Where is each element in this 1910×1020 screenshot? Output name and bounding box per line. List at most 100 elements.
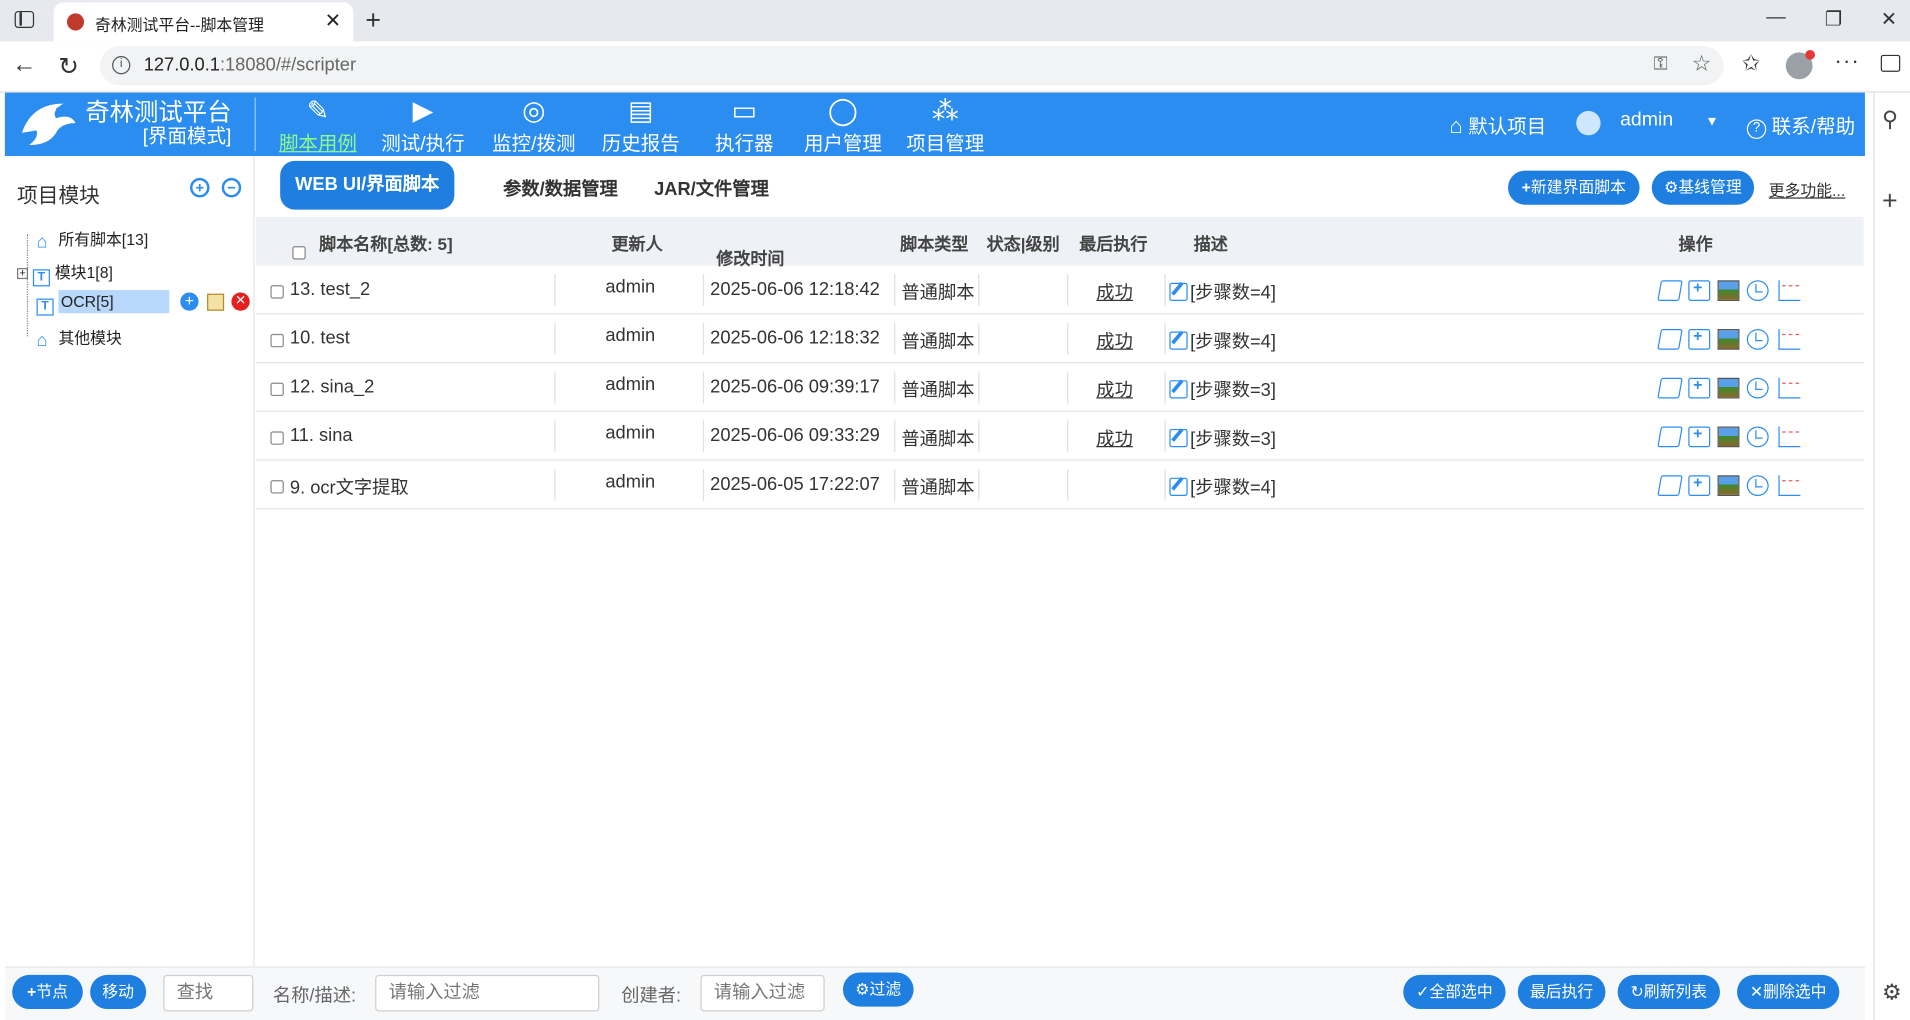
creator-filter-input[interactable]: 请输入过滤: [700, 974, 825, 1012]
bookmark-star-icon[interactable]: ☆: [1692, 51, 1712, 77]
last-run-result[interactable]: 成功: [1096, 279, 1133, 305]
filter-button[interactable]: ⚙过滤: [842, 972, 914, 1007]
key-icon[interactable]: ⚿: [1654, 54, 1668, 75]
history-clock-icon[interactable]: [1746, 475, 1769, 496]
edit-icon[interactable]: [1169, 282, 1188, 302]
last-run-result[interactable]: 成功: [1096, 425, 1133, 451]
new-script-button[interactable]: +新建界面脚本: [1508, 170, 1640, 205]
favorites-icon[interactable]: ✩: [1742, 51, 1760, 77]
back-icon[interactable]: ←: [12, 51, 36, 79]
row-checkbox[interactable]: [270, 429, 284, 450]
script-name[interactable]: 12. sina_2: [290, 377, 374, 398]
profile-avatar[interactable]: [1785, 49, 1815, 80]
history-clock-icon[interactable]: [1746, 426, 1769, 448]
description[interactable]: [步骤数=4]: [1169, 328, 1276, 354]
screenshot-image-icon[interactable]: [1717, 329, 1740, 350]
row-checkbox[interactable]: [270, 380, 284, 401]
script-name[interactable]: 9. ocr文字提取: [290, 474, 409, 500]
row-checkbox[interactable]: [270, 478, 284, 499]
edit-icon[interactable]: [1169, 428, 1188, 448]
zoom-in-icon[interactable]: +: [190, 177, 210, 198]
nav-item-executor[interactable]: ▭ 执行器: [715, 95, 773, 156]
new-tab-icon[interactable]: +: [365, 5, 381, 37]
name-filter-input[interactable]: 请输入过滤: [375, 974, 600, 1012]
history-clock-icon[interactable]: [1746, 377, 1769, 399]
reload-icon[interactable]: ↻: [58, 51, 78, 81]
copy-script-icon[interactable]: [1688, 278, 1711, 302]
settings-gear-icon[interactable]: ⚙: [1882, 980, 1902, 1006]
nav-item-users[interactable]: ◯ 用户管理: [804, 95, 882, 156]
copy-script-icon[interactable]: [1688, 375, 1711, 399]
minimize-icon[interactable]: —: [1766, 7, 1785, 29]
trend-chart-icon[interactable]: [1778, 475, 1801, 496]
last-run-result[interactable]: 成功: [1096, 328, 1133, 354]
table-row[interactable]: 10. test admin 2025-06-06 12:18:32 普通脚本 成功 [步…: [255, 314, 1864, 364]
screenshot-image-icon[interactable]: [1717, 426, 1740, 448]
description[interactable]: [步骤数=3]: [1169, 377, 1276, 403]
screenshot-image-icon[interactable]: [1717, 280, 1740, 302]
more-functions-link[interactable]: 更多功能...: [1769, 178, 1846, 201]
more-menu-icon[interactable]: ···: [1834, 49, 1860, 75]
search-input[interactable]: 查找: [163, 974, 254, 1012]
nav-item-monitor[interactable]: ◎ 监控/拨测: [492, 95, 575, 156]
edit-icon[interactable]: [1169, 380, 1188, 399]
last-run-result[interactable]: 成功: [1096, 377, 1133, 403]
trend-chart-icon[interactable]: [1778, 329, 1801, 350]
select-all-button[interactable]: ✓全部选中: [1403, 974, 1506, 1010]
tab-web-ui-scripts[interactable]: WEB UI/界面脚本: [280, 160, 455, 210]
zoom-out-icon[interactable]: −: [221, 177, 242, 198]
project-switcher[interactable]: ⌂ 默认项目: [1450, 110, 1547, 139]
script-name[interactable]: 13. test_2: [290, 279, 370, 300]
tree-item-module1[interactable]: + T 模块1[8]: [17, 260, 113, 287]
table-row[interactable]: 11. sina admin 2025-06-06 09:33:29 普通脚本 成功 [步…: [255, 412, 1864, 461]
col-header-name[interactable]: 脚本名称[总数: 5]: [319, 232, 453, 256]
edit-script-icon[interactable]: [1657, 280, 1683, 302]
nav-item-test-run[interactable]: ▶ 测试/执行: [381, 95, 464, 156]
screenshot-image-icon[interactable]: [1717, 377, 1740, 399]
row-checkbox[interactable]: [270, 283, 284, 304]
user-menu[interactable]: admin ▼: [1620, 110, 1719, 132]
copy-script-icon[interactable]: [1688, 424, 1711, 448]
add-node-icon[interactable]: +: [180, 292, 199, 311]
edit-node-icon[interactable]: [207, 293, 225, 311]
table-row[interactable]: 9. ocr文字提取 admin 2025-06-05 17:22:07 普通脚本 [步…: [255, 461, 1864, 510]
baseline-button[interactable]: ⚙基线管理: [1651, 170, 1755, 205]
history-clock-icon[interactable]: [1746, 280, 1769, 302]
search-icon[interactable]: ⚲: [1882, 107, 1898, 133]
site-info-icon[interactable]: i: [112, 56, 131, 75]
edit-script-icon[interactable]: [1657, 377, 1683, 399]
tab-params-data[interactable]: 参数/数据管理: [503, 175, 618, 201]
tree-item-ocr[interactable]: T OCR[5] + ✕: [36, 290, 250, 319]
description[interactable]: [步骤数=3]: [1169, 425, 1276, 451]
browser-tab[interactable]: 奇林测试平台--脚本管理 ✕: [53, 2, 354, 42]
close-window-icon[interactable]: ✕: [1881, 7, 1897, 31]
tab-jar-files[interactable]: JAR/文件管理: [654, 175, 769, 201]
nav-item-scripts[interactable]: ✎ 脚本用例: [279, 95, 357, 156]
trend-chart-icon[interactable]: [1778, 426, 1801, 448]
delete-selected-button[interactable]: ✕删除选中: [1737, 974, 1840, 1010]
delete-node-icon[interactable]: ✕: [231, 292, 250, 311]
description[interactable]: [步骤数=4]: [1169, 279, 1276, 305]
trend-chart-icon[interactable]: [1778, 280, 1801, 302]
edit-script-icon[interactable]: [1657, 329, 1683, 350]
script-name[interactable]: 10. test: [290, 328, 350, 349]
row-checkbox[interactable]: [270, 331, 284, 352]
tree-item-all-scripts[interactable]: ⌂ 所有脚本[13]: [37, 227, 149, 254]
edit-script-icon[interactable]: [1657, 475, 1683, 496]
close-tab-icon[interactable]: ✕: [325, 9, 341, 33]
side-panel-icon[interactable]: [1880, 54, 1901, 72]
add-node-button[interactable]: +节点: [12, 974, 83, 1010]
move-button[interactable]: 移动: [90, 974, 147, 1010]
trend-chart-icon[interactable]: [1778, 377, 1801, 399]
tree-item-other[interactable]: ⌂ 其他模块: [37, 325, 122, 352]
sidebar-toggle-icon[interactable]: [14, 10, 35, 29]
edit-script-icon[interactable]: [1657, 426, 1683, 448]
history-clock-icon[interactable]: [1746, 329, 1769, 350]
table-row[interactable]: 13. test_2 admin 2025-06-06 12:18:42 普通脚本 成功…: [255, 266, 1864, 315]
script-name[interactable]: 11. sina: [290, 425, 353, 446]
last-run-button[interactable]: 最后执行: [1517, 974, 1606, 1010]
help-link[interactable]: ? 联系/帮助: [1746, 110, 1855, 139]
nav-item-projects[interactable]: ⁂ 项目管理: [906, 95, 984, 156]
edit-icon[interactable]: [1169, 477, 1188, 496]
refresh-list-button[interactable]: ↻刷新列表: [1617, 974, 1720, 1010]
